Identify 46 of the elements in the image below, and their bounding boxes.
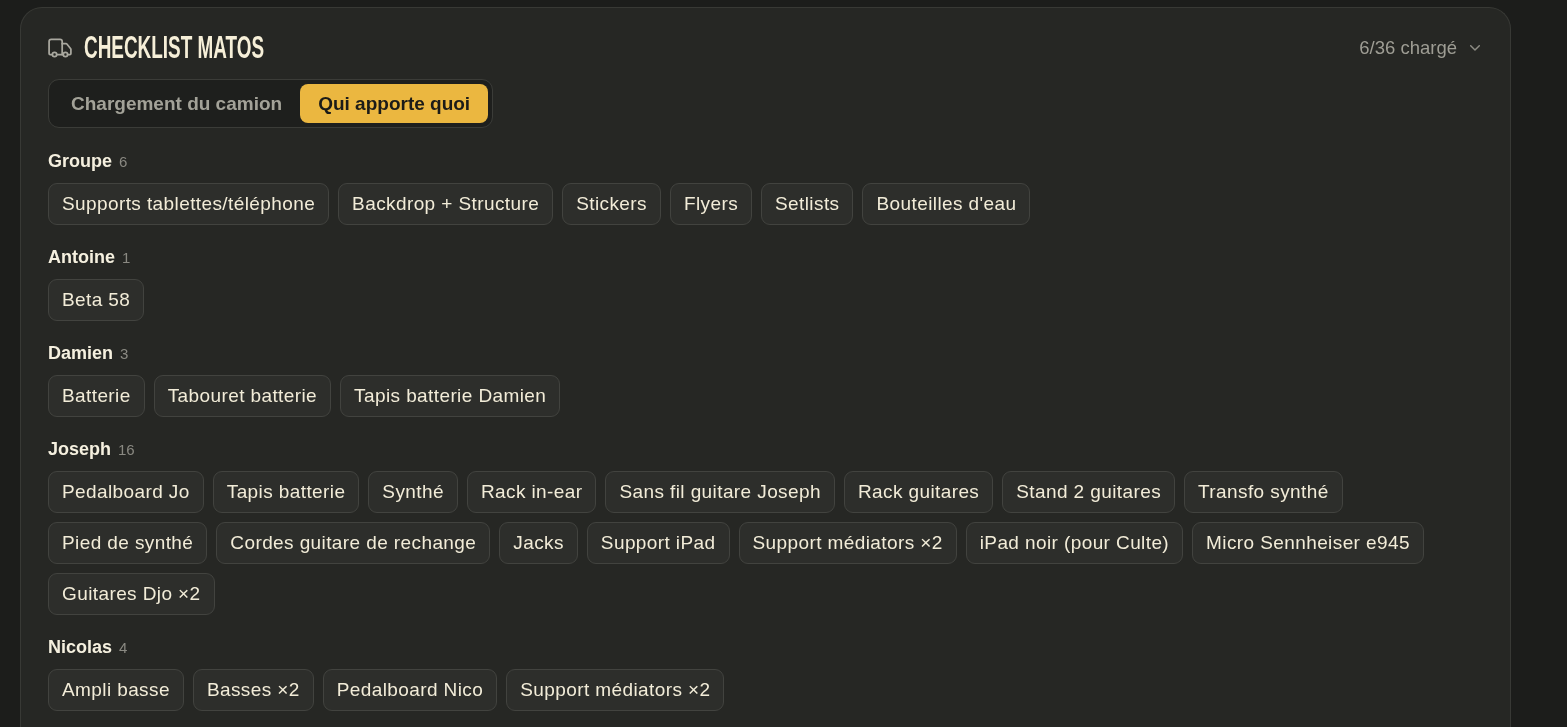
equipment-chip: Rack guitares	[843, 471, 994, 513]
equipment-chip: Support médiators ×2	[738, 522, 957, 564]
equipment-chip: Setlists	[761, 183, 854, 225]
equipment-chip: Support médiators ×2	[506, 669, 725, 711]
item-count: 4	[119, 638, 128, 658]
person-name: Damien	[48, 343, 114, 363]
equipment-chip: Transfo synthé	[1184, 471, 1343, 513]
chevron-down-icon	[1470, 45, 1480, 51]
person-name: Antoine	[48, 247, 115, 267]
item-count: 6	[119, 152, 128, 172]
equipment-chip: Batterie	[48, 375, 145, 417]
equipment-chip: Beta 58	[48, 279, 145, 321]
equipment-chip: Rack in-ear	[466, 471, 597, 513]
equipment-chip: Bouteilles d'eau	[862, 183, 1031, 225]
equipment-chip: Support iPad	[586, 522, 730, 564]
equipment-chip: Flyers	[669, 183, 753, 225]
item-count: 1	[122, 248, 131, 268]
equipment-chip: Basses ×2	[192, 669, 314, 711]
equipment-chip: Jacks	[499, 522, 578, 564]
card-title: CHECKLIST MATOS	[84, 34, 264, 62]
equipment-chip: Sans fil guitare Joseph	[605, 471, 835, 513]
equipment-chip: Pied de synthé	[48, 522, 208, 564]
item-count: 16	[118, 440, 135, 460]
person-name: Nicolas	[48, 637, 113, 657]
equipment-chip: Stand 2 guitares	[1002, 471, 1176, 513]
equipment-chip: Pedalboard Nico	[322, 669, 498, 711]
item-count: 3	[120, 344, 129, 364]
view-tab[interactable]: Chargement du camion	[53, 84, 301, 123]
equipment-chip: iPad noir (pour Culte)	[965, 522, 1184, 564]
equipment-chip: Tapis batterie Damien	[340, 375, 561, 417]
progress-toggle[interactable]: 6/36 chargé	[1359, 37, 1480, 59]
equipment-chip: Tabouret batterie	[153, 375, 332, 417]
equipment-chip: Pedalboard Jo	[48, 471, 204, 513]
person-name: Groupe	[48, 151, 112, 171]
equipment-chip: Tapis batterie	[212, 471, 360, 513]
view-tab[interactable]: Qui apporte quoi	[300, 84, 489, 123]
equipment-chip: Micro Sennheiser e945	[1192, 522, 1424, 564]
equipment-chip: Stickers	[562, 183, 661, 225]
person-name: Joseph	[48, 439, 112, 459]
truck-icon	[48, 38, 72, 58]
equipment-chip: Ampli basse	[48, 669, 184, 711]
equipment-chip: Backdrop + Structure	[338, 183, 554, 225]
equipment-chip: Cordes guitare de rechange	[216, 522, 491, 564]
equipment-chip: Guitares Djo ×2	[48, 573, 215, 615]
equipment-chip: Synthé	[368, 471, 458, 513]
equipment-chip: Supports tablettes/téléphone	[48, 183, 330, 225]
